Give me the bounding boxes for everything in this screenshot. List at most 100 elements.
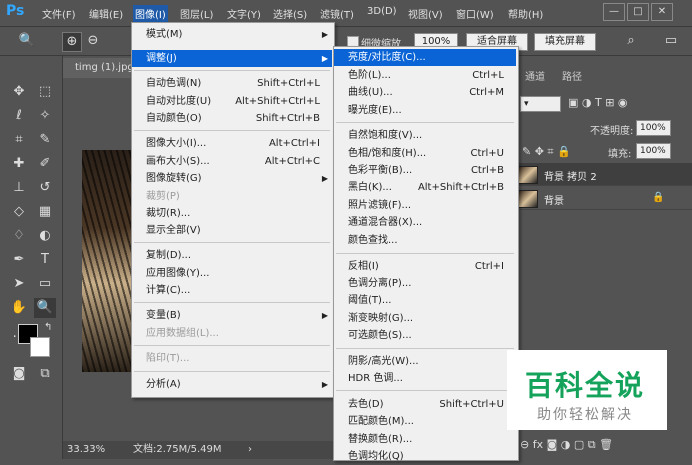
maximize-button[interactable]: □ [627, 3, 649, 21]
menu-item-label: 自动颜色(O) [146, 113, 202, 124]
menu-item[interactable]: 匹配颜色(M)... [334, 413, 516, 430]
status-expand-icon[interactable]: › [248, 441, 252, 459]
menu-item[interactable]: 曝光度(E)... [334, 102, 516, 119]
menu-item[interactable]: 色调均化(Q) [334, 448, 516, 465]
menu-type[interactable]: 文字(Y) [227, 6, 261, 21]
menu-select[interactable]: 选择(S) [273, 6, 307, 21]
fill-screen-button[interactable]: 填充屏幕 [534, 33, 596, 51]
menu-item[interactable]: 图像大小(I)... Alt+Ctrl+I [132, 135, 332, 152]
menu-item[interactable]: 复制(D)... [132, 247, 332, 264]
tab-paths[interactable]: 路径 [562, 68, 582, 83]
menu-item[interactable]: 可选颜色(S)... [334, 327, 516, 344]
pen-tool-icon[interactable]: ✒ [8, 250, 30, 270]
search-icon[interactable]: ⌕ [622, 32, 640, 50]
history-brush-icon[interactable]: ↺ [34, 178, 56, 198]
minimize-button[interactable]: — [603, 3, 625, 21]
screen-mode-icon[interactable]: ⧉ [34, 364, 56, 384]
hand-tool-icon[interactable]: ✋ [8, 298, 30, 318]
blur-tool-icon[interactable]: ♢ [8, 226, 30, 246]
swap-colors-icon[interactable]: ↰ [44, 322, 52, 333]
crop-tool-icon[interactable]: ⌗ [8, 130, 30, 150]
background-color-swatch[interactable] [30, 337, 50, 357]
document-info: 文档:2.75M/5.49M [133, 444, 222, 455]
menu-item[interactable]: 分析(A) ▶ [132, 376, 332, 393]
menu-item-label: 渐变映射(G)... [348, 313, 414, 324]
menu-item[interactable]: 裁切(R)... [132, 205, 332, 222]
menu-item[interactable]: 阴影/高光(W)... [334, 353, 516, 370]
zoom-tool-preset-icon[interactable]: 🔍 [18, 32, 36, 50]
zoom-tool-icon[interactable]: 🔍 [34, 298, 56, 318]
shape-tool-icon[interactable]: ▭ [34, 274, 56, 294]
zoom-level[interactable]: 33.33% [67, 441, 105, 459]
menu-item[interactable]: 应用图像(Y)... [132, 265, 332, 282]
menu-item[interactable]: 通道混合器(X)... [334, 214, 516, 231]
menu-item[interactable]: 色阶(L)... Ctrl+L [334, 67, 516, 84]
menu-view[interactable]: 视图(V) [408, 6, 443, 21]
menu-item[interactable]: 反相(I) Ctrl+I [334, 258, 516, 275]
layer-actions-bar[interactable]: ⊖ fx ◙ ◑ ▢ ⧉ 🗑 [520, 438, 613, 452]
menu-window[interactable]: 窗口(W) [456, 6, 494, 21]
menu-item[interactable]: 照片滤镜(F)... [334, 197, 516, 214]
menu-item[interactable]: 画布大小(S)... Alt+Ctrl+C [132, 153, 332, 170]
menu-item[interactable]: 模式(M) ▶ [132, 26, 332, 43]
marquee-tool-icon[interactable]: ⬚ [34, 82, 56, 102]
dodge-tool-icon[interactable]: ◐ [34, 226, 56, 246]
menu-item[interactable]: 替换颜色(R)... [334, 431, 516, 448]
move-tool-icon[interactable]: ✥ [8, 82, 30, 102]
magic-wand-icon[interactable]: ✧ [34, 106, 56, 126]
workspace-icon[interactable]: ▭ [662, 32, 680, 50]
opacity-input[interactable]: 100% [636, 120, 671, 136]
menu-item[interactable]: 去色(D) Shift+Ctrl+U [334, 396, 516, 413]
layer-row[interactable]: 背景 🔒 [518, 187, 692, 210]
zoom-in-icon[interactable]: ⊕ [62, 32, 82, 52]
zoom-out-icon[interactable]: ⊖ [84, 32, 102, 50]
brush-tool-icon[interactable]: ✐ [34, 154, 56, 174]
menu-item-label: 阈值(T)... [348, 295, 392, 306]
menu-item[interactable]: 自动颜色(O) Shift+Ctrl+B [132, 110, 332, 127]
menu-file[interactable]: 文件(F) [42, 6, 76, 21]
stamp-tool-icon[interactable]: ⊥ [8, 178, 30, 198]
menu-separator [134, 70, 330, 71]
menu-item[interactable]: 调整(J) ▶ [132, 50, 332, 67]
fill-input[interactable]: 100% [636, 143, 671, 159]
menu-item[interactable]: 阈值(T)... [334, 292, 516, 309]
menu-item[interactable]: 自然饱和度(V)... [334, 127, 516, 144]
menu-filter[interactable]: 滤镜(T) [320, 6, 354, 21]
menu-item[interactable]: HDR 色调... [334, 370, 516, 387]
menu-help[interactable]: 帮助(H) [508, 6, 543, 21]
gradient-tool-icon[interactable]: ▦ [34, 202, 56, 222]
menu-layer[interactable]: 图层(L) [180, 6, 213, 21]
menu-item[interactable]: 渐变映射(G)... [334, 310, 516, 327]
eraser-icon[interactable]: ◇ [8, 202, 30, 222]
menu-item[interactable]: 变量(B) ▶ [132, 307, 332, 324]
layer-filter-select[interactable]: ▾ [520, 96, 561, 112]
menu-image[interactable]: 图像(I) [133, 5, 168, 22]
layer-row[interactable]: 背景 拷贝 2 [518, 163, 692, 186]
menu-item[interactable]: 色调分离(P)... [334, 275, 516, 292]
layer-filter-icons[interactable]: ▣ ◑ T ⊞ ◉ [568, 96, 628, 109]
menu-item[interactable]: 图像旋转(G) ▶ [132, 170, 332, 187]
menu-item[interactable]: 计算(C)... [132, 282, 332, 299]
menu-item[interactable]: 颜色查找... [334, 232, 516, 249]
menu-3d[interactable]: 3D(D) [367, 6, 397, 17]
menu-item[interactable]: 色相/饱和度(H)... Ctrl+U [334, 145, 516, 162]
menu-item[interactable]: 色彩平衡(B)... Ctrl+B [334, 162, 516, 179]
menu-item-shortcut: Shift+Ctrl+L [257, 78, 320, 89]
lasso-tool-icon[interactable]: ℓ [8, 106, 30, 126]
menu-item[interactable]: 自动色调(N) Shift+Ctrl+L [132, 75, 332, 92]
healing-brush-icon[interactable]: ✚ [8, 154, 30, 174]
path-select-icon[interactable]: ➤ [8, 274, 30, 294]
menu-item[interactable]: 黑白(K)... Alt+Shift+Ctrl+B [334, 179, 516, 196]
menu-item-shortcut: Ctrl+B [470, 165, 504, 176]
close-button[interactable]: ✕ [651, 3, 673, 21]
menu-item[interactable]: 曲线(U)... Ctrl+M [334, 84, 516, 101]
tab-channels[interactable]: 通道 [525, 68, 545, 83]
menu-item[interactable]: 显示全部(V) [132, 222, 332, 239]
menu-item[interactable]: 自动对比度(U) Alt+Shift+Ctrl+L [132, 93, 332, 110]
type-tool-icon[interactable]: T [34, 250, 56, 270]
menu-edit[interactable]: 编辑(E) [89, 6, 123, 21]
eyedropper-icon[interactable]: ✎ [34, 130, 56, 150]
quick-mask-icon[interactable]: ◙ [8, 364, 30, 384]
lock-icons[interactable]: ✎ ✥ ⌗ 🔒 [522, 145, 571, 159]
menu-item[interactable]: 亮度/对比度(C)... [334, 49, 516, 66]
